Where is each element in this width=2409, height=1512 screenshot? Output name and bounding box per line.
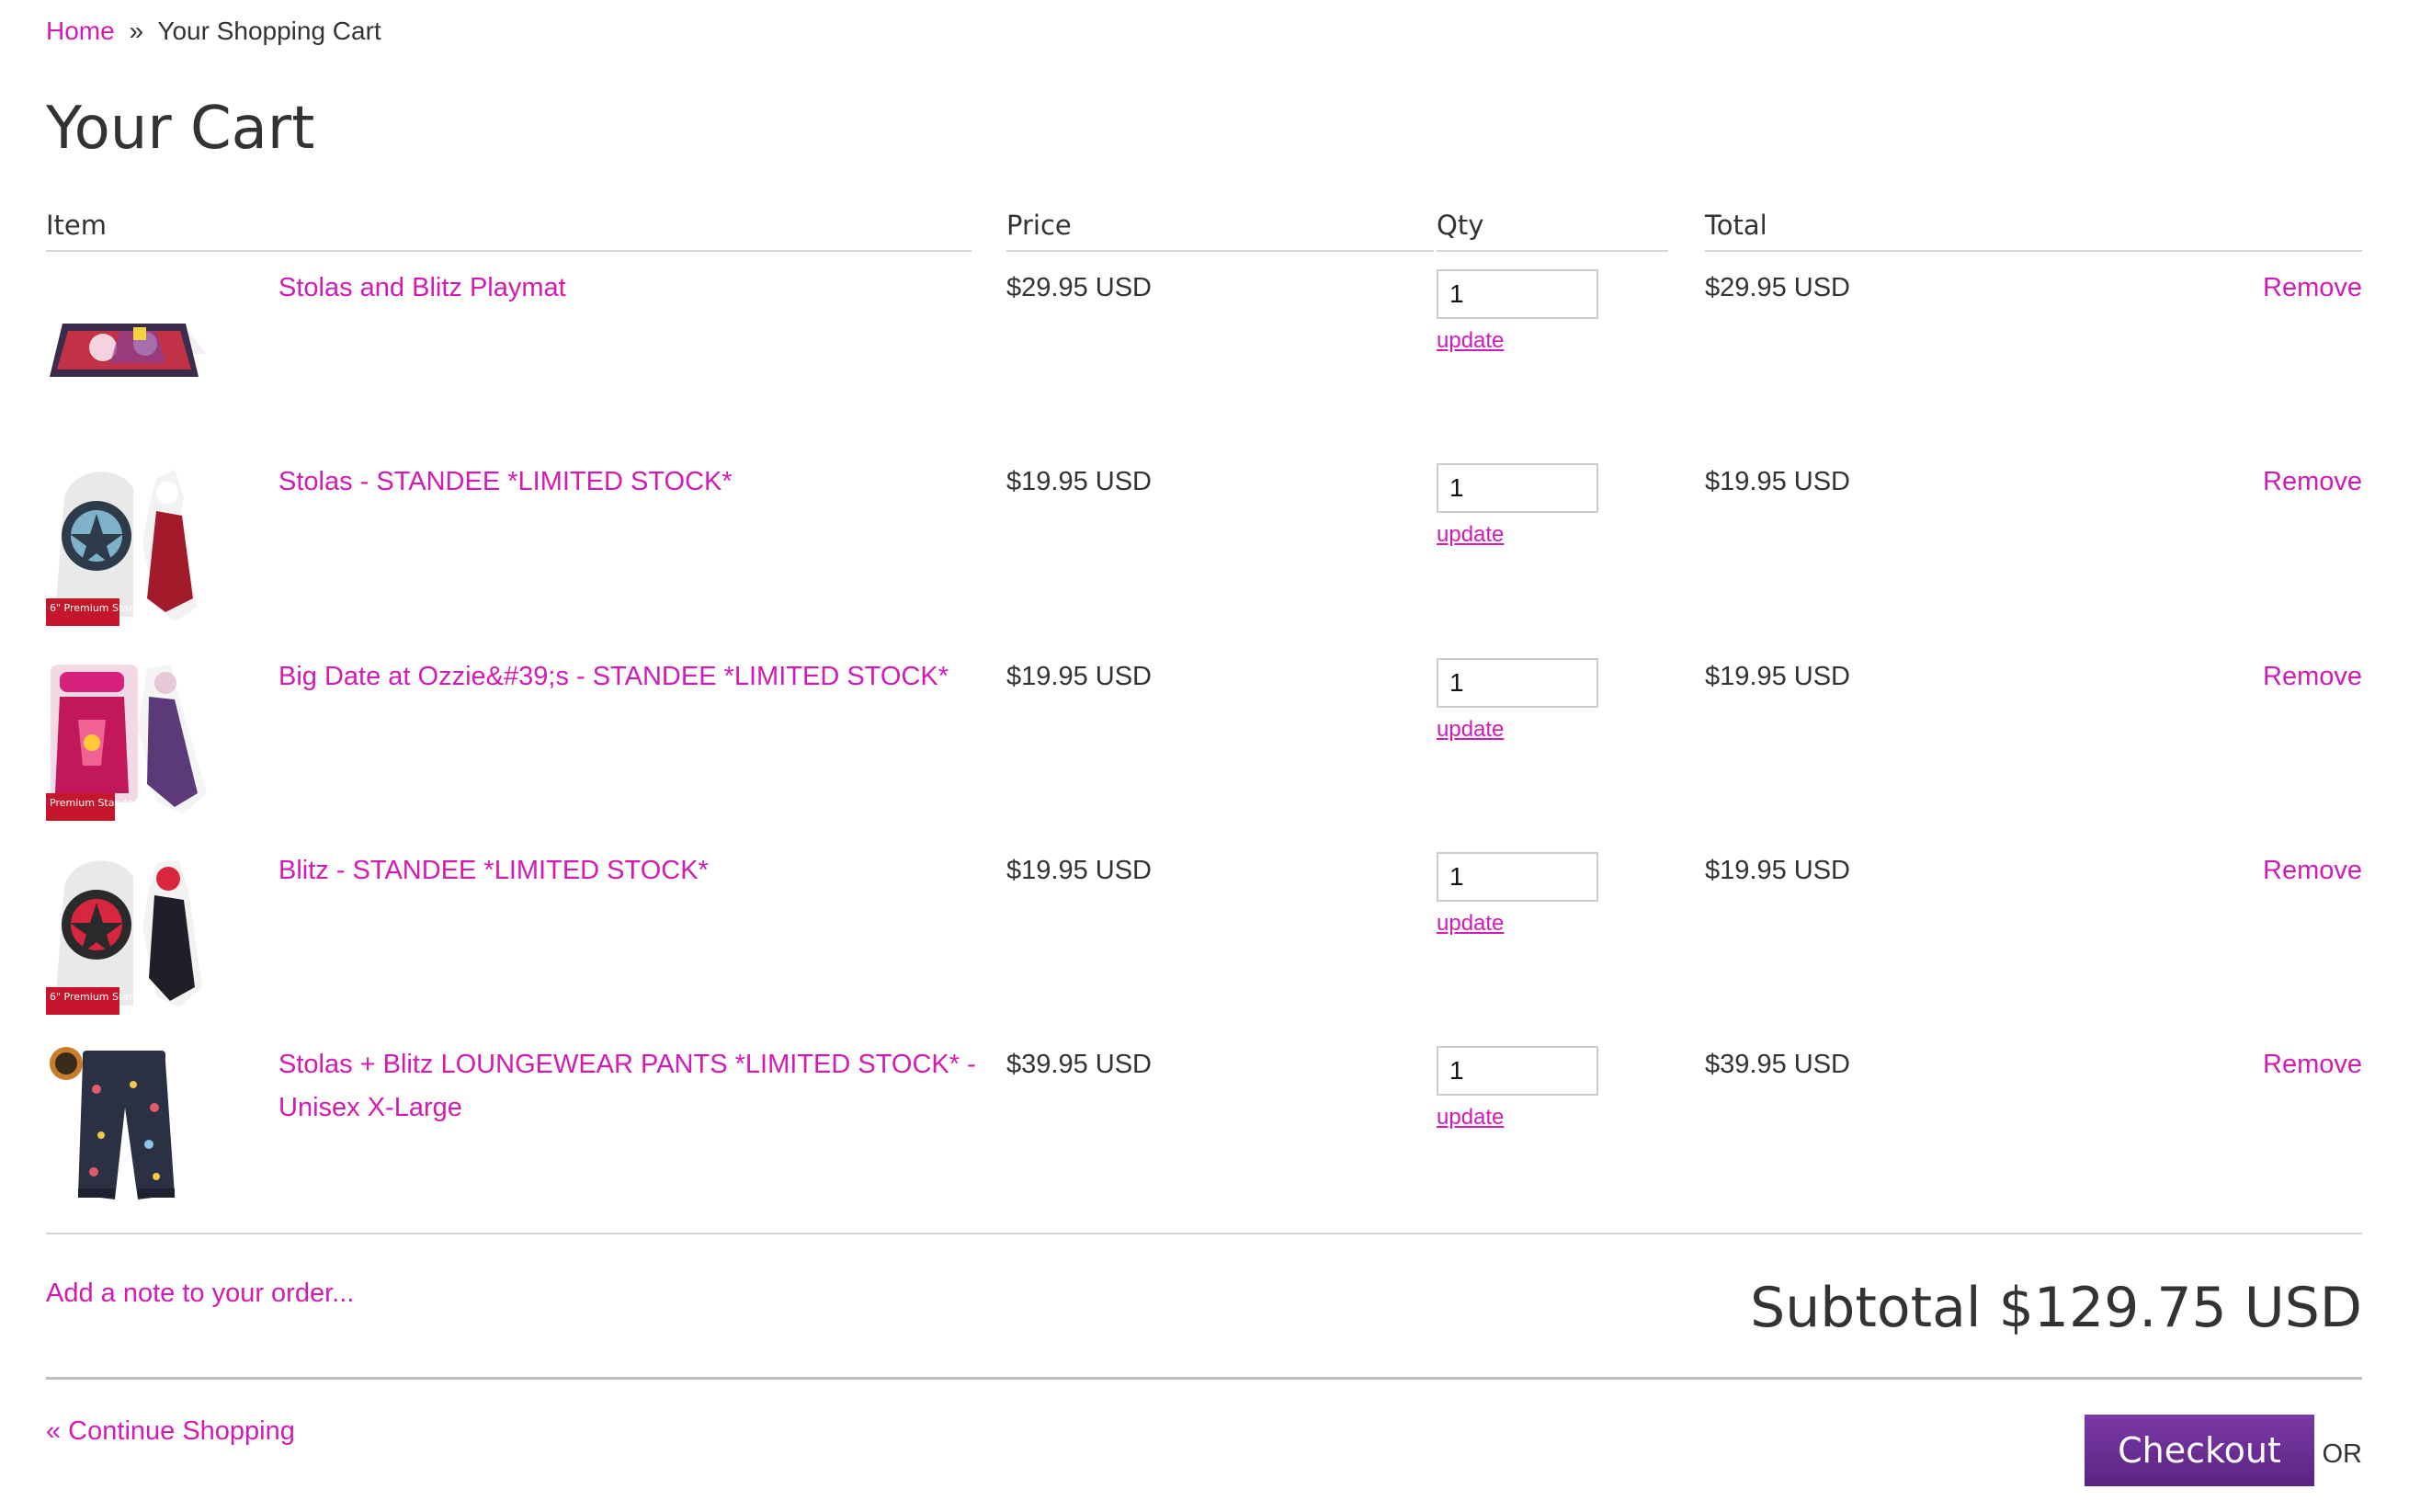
cart-row: Stolas and Blitz Playmat $29.95 USD upda… bbox=[46, 267, 2362, 461]
subtotal: Subtotal $129.75 USD bbox=[1750, 1276, 2362, 1340]
quantity-input[interactable] bbox=[1437, 269, 1598, 319]
item-total: $19.95 USD bbox=[1705, 662, 1850, 691]
remove-link[interactable]: Remove bbox=[2263, 849, 2362, 892]
add-note-link[interactable]: Add a note to your order... bbox=[46, 1275, 354, 1312]
continue-shopping-link[interactable]: « Continue Shopping bbox=[46, 1413, 295, 1449]
product-image-blitz-standee[interactable]: 6" Premium Standee bbox=[46, 849, 211, 1015]
page-title: Your Cart bbox=[46, 95, 315, 163]
item-total: $19.95 USD bbox=[1705, 467, 1850, 496]
update-link[interactable]: update bbox=[1437, 1104, 1504, 1131]
product-image-stolas-standee[interactable]: 6" Premium Standee bbox=[46, 460, 211, 626]
quantity-input[interactable] bbox=[1437, 1046, 1598, 1096]
remove-link[interactable]: Remove bbox=[2263, 655, 2362, 699]
item-name-link[interactable]: Stolas and Blitz Playmat bbox=[278, 267, 1014, 310]
column-divider bbox=[1705, 250, 2362, 252]
cart-row: Stolas + Blitz LOUNGEWEAR PANTS *LIMITED… bbox=[46, 1043, 2362, 1238]
update-link[interactable]: update bbox=[1437, 910, 1504, 938]
product-image-big-date-standee[interactable]: Premium Standee bbox=[46, 655, 211, 821]
item-total: $39.95 USD bbox=[1705, 1050, 1850, 1079]
update-link[interactable]: update bbox=[1437, 716, 1504, 744]
column-divider bbox=[46, 250, 972, 252]
update-link[interactable]: update bbox=[1437, 521, 1504, 549]
item-name-link[interactable]: Blitz - STANDEE *LIMITED STOCK* bbox=[278, 849, 1014, 892]
product-image-playmat[interactable] bbox=[46, 267, 211, 432]
quantity-input[interactable] bbox=[1437, 463, 1598, 513]
item-price: $19.95 USD bbox=[1006, 856, 1152, 885]
cart-row: Premium Standee Big Date at Ozzie&#39;s … bbox=[46, 655, 2362, 850]
item-price: $19.95 USD bbox=[1006, 467, 1152, 496]
column-divider bbox=[1437, 250, 1668, 252]
standee-badge-text: 6" Premium Standee bbox=[50, 991, 154, 1003]
table-divider bbox=[46, 1233, 2362, 1234]
remove-link[interactable]: Remove bbox=[2263, 1043, 2362, 1086]
item-total: $29.95 USD bbox=[1705, 273, 1850, 302]
quantity-input[interactable] bbox=[1437, 852, 1598, 902]
remove-link[interactable]: Remove bbox=[2263, 267, 2362, 310]
cart-row: 6" Premium Standee Blitz - STANDEE *LIMI… bbox=[46, 849, 2362, 1044]
column-divider bbox=[1006, 250, 1434, 252]
item-price: $19.95 USD bbox=[1006, 662, 1152, 691]
item-price: $29.95 USD bbox=[1006, 273, 1152, 302]
cart-row: 6" Premium Standee Stolas - STANDEE *LIM… bbox=[46, 460, 2362, 655]
item-name-link[interactable]: Stolas - STANDEE *LIMITED STOCK* bbox=[278, 460, 1014, 504]
column-header-total: Total bbox=[1705, 210, 1767, 241]
item-price: $39.95 USD bbox=[1006, 1050, 1152, 1079]
standee-badge-text: Premium Standee bbox=[50, 797, 140, 809]
item-total: $19.95 USD bbox=[1705, 856, 1850, 885]
quantity-input[interactable] bbox=[1437, 658, 1598, 708]
product-image-loungewear-pants[interactable] bbox=[46, 1043, 211, 1209]
breadcrumb-current: Your Shopping Cart bbox=[157, 17, 381, 45]
cart-page: Home » Your Shopping Cart Your Cart Item… bbox=[46, 0, 2362, 1512]
footer-divider bbox=[46, 1377, 2362, 1380]
column-header-price: Price bbox=[1006, 210, 1072, 241]
breadcrumb: Home » Your Shopping Cart bbox=[46, 15, 381, 48]
item-name-link[interactable]: Big Date at Ozzie&#39;s - STANDEE *LIMIT… bbox=[278, 655, 1014, 699]
breadcrumb-separator: » bbox=[129, 17, 144, 45]
update-link[interactable]: update bbox=[1437, 327, 1504, 355]
checkout-button[interactable]: Checkout bbox=[2085, 1415, 2314, 1486]
column-header-item: Item bbox=[46, 210, 108, 241]
item-name-link[interactable]: Stolas + Blitz LOUNGEWEAR PANTS *LIMITED… bbox=[278, 1043, 1014, 1130]
breadcrumb-home-link[interactable]: Home bbox=[46, 17, 115, 45]
or-text: OR bbox=[2322, 1439, 2363, 1469]
column-header-qty: Qty bbox=[1437, 210, 1484, 241]
remove-link[interactable]: Remove bbox=[2263, 460, 2362, 504]
standee-badge-text: 6" Premium Standee bbox=[50, 602, 154, 614]
